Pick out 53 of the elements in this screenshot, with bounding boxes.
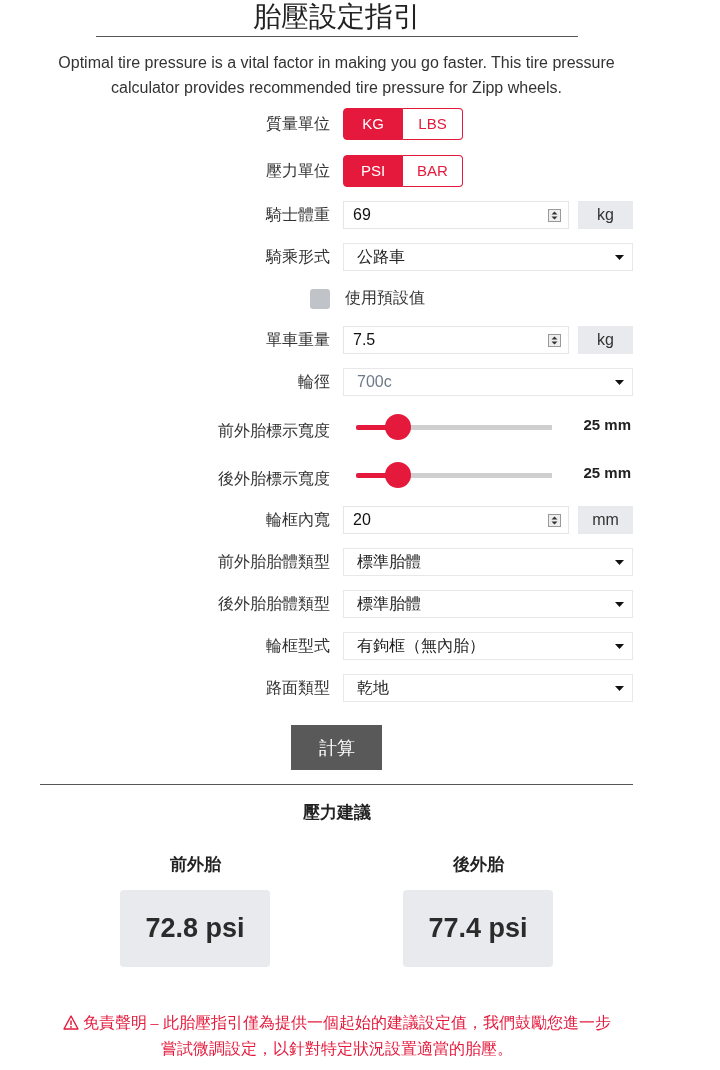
dropdown[interactable]: 標準胎體 xyxy=(343,548,633,576)
tire-label: 前外胎 xyxy=(169,854,221,876)
field-label: 輪框型式 xyxy=(266,636,330,656)
disclaimer-text: 免責聲明 – 此胎壓指引僅為提供一個起始的建議設定值，我們鼓勵您進一步嘗試微調設定，以針對特定狀況設置適當的胎壓。 xyxy=(82,1014,611,1057)
checkbox-label: 使用預設值 xyxy=(345,288,426,308)
caret-icon xyxy=(615,379,624,385)
spinner-icon[interactable] xyxy=(548,208,561,222)
field-label: 前外胎胎體類型 xyxy=(218,552,330,572)
number-field[interactable]: 69 xyxy=(343,201,569,229)
checkbox[interactable] xyxy=(310,288,330,309)
field-label: 騎士體重 xyxy=(266,205,330,225)
field-label: 質量單位 xyxy=(266,113,330,134)
dropdown[interactable]: 乾地 xyxy=(343,674,633,702)
slider-value: 25 mm xyxy=(583,415,631,433)
intro-text: Optimal tire pressure is a vital factor in making you go faster. This tire pressure calculator provides recommended tire pressure for Zipp wheels. xyxy=(57,53,616,98)
caret-icon xyxy=(615,685,624,691)
spinner-icon[interactable] xyxy=(548,513,561,527)
toggle-option[interactable]: BAR xyxy=(403,154,463,187)
unit-label: kg xyxy=(578,326,633,354)
field-label: 騎乘形式 xyxy=(266,247,330,267)
field-label: 單車重量 xyxy=(266,330,330,350)
field-label: 後外胎胎體類型 xyxy=(218,594,330,614)
toggle-option[interactable]: LBS xyxy=(403,107,463,140)
caret-icon xyxy=(615,254,624,260)
pressure-value: 72.8 psi xyxy=(120,890,270,967)
field-label: 前外胎標示寬度 xyxy=(218,420,330,441)
slider-thumb[interactable] xyxy=(384,462,411,488)
dropdown[interactable]: 標準胎體 xyxy=(343,590,633,618)
unit-label: kg xyxy=(578,201,633,229)
slider-value: 25 mm xyxy=(583,463,631,481)
page-title: 胎壓設定指引 xyxy=(251,0,422,34)
field-label: 壓力單位 xyxy=(266,160,330,181)
field-label: 輪徑 xyxy=(298,372,330,392)
pressure-value: 77.4 psi xyxy=(403,890,553,967)
toggle-option[interactable]: PSI xyxy=(343,154,403,187)
toggle-option[interactable]: KG xyxy=(343,107,403,140)
dropdown[interactable]: 有鉤框（無內胎） xyxy=(343,632,633,660)
field-label: 路面類型 xyxy=(266,678,330,698)
tire-label: 後外胎 xyxy=(452,854,504,876)
caret-icon xyxy=(615,559,624,565)
slider-thumb[interactable] xyxy=(384,414,411,440)
calculate-button[interactable]: 計算 xyxy=(291,725,382,770)
unit-label: mm xyxy=(578,506,633,534)
number-field[interactable]: 20 xyxy=(343,506,569,534)
number-field[interactable]: 7.5 xyxy=(343,326,569,354)
results-title: 壓力建議 xyxy=(301,802,372,824)
dropdown[interactable]: 公路車 xyxy=(343,243,633,271)
field-label: 後外胎標示寬度 xyxy=(218,468,330,489)
field-label: 輪框內寬 xyxy=(266,510,330,530)
caret-icon xyxy=(615,643,624,649)
spinner-icon[interactable] xyxy=(548,333,561,347)
caret-icon xyxy=(615,601,624,607)
warning-icon xyxy=(62,1015,79,1030)
